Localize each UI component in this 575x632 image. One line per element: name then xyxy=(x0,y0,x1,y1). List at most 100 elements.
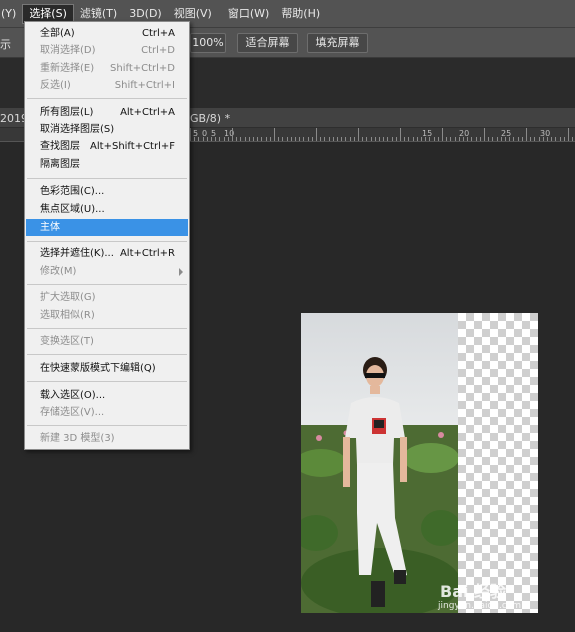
menu-item-shortcut: Shift+Ctrl+D xyxy=(110,63,175,74)
ruler-tick xyxy=(215,137,216,141)
ruler-tick xyxy=(446,137,447,141)
menu-item-modify[interactable]: 修改(M) xyxy=(26,263,188,280)
ruler-tick xyxy=(203,137,204,141)
ruler-tick xyxy=(257,137,258,141)
menu-item-label: 取消选择(D) xyxy=(40,45,96,56)
canvas-image[interactable] xyxy=(301,313,538,613)
ruler-tick xyxy=(198,137,199,141)
ruler-tick xyxy=(408,137,409,141)
ruler-tick xyxy=(228,137,229,141)
ruler-tick xyxy=(484,128,485,141)
ruler-tick xyxy=(253,137,254,141)
menu-item-label: 焦点区域(U)... xyxy=(40,204,105,215)
ruler-tick xyxy=(455,137,456,141)
menu-separator xyxy=(27,328,187,329)
ruler-tick xyxy=(425,137,426,141)
menu-item-shortcut: Alt+Shift+Ctrl+F xyxy=(90,141,175,152)
ruler-tick xyxy=(572,137,573,141)
menu-separator xyxy=(27,98,187,99)
menu-item-label: 新建 3D 模型(3) xyxy=(40,433,115,444)
menu-separator xyxy=(27,354,187,355)
baidu-watermark-url: jingyan.baidu.com xyxy=(438,601,522,611)
submenu-arrow-icon xyxy=(179,268,183,276)
ruler-tick xyxy=(421,137,422,141)
document-tab-title-right: GB/8) * xyxy=(190,112,231,125)
menu-item-load-selection[interactable]: 载入选区(O)... xyxy=(26,387,188,404)
ruler-tick xyxy=(509,137,510,141)
ruler-tick xyxy=(274,128,275,141)
menu-item-grow[interactable]: 扩大选取(G) xyxy=(26,289,188,306)
ruler-tick xyxy=(345,137,346,141)
menu-item-label: 主体 xyxy=(40,222,60,233)
ruler-tick xyxy=(450,137,451,141)
ruler-tick xyxy=(333,137,334,141)
menu-item-save-selection[interactable]: 存储选区(V)... xyxy=(26,404,188,421)
menu-item-reselect[interactable]: 重新选择(E) Shift+Ctrl+D xyxy=(26,60,188,77)
menu-edit-partial[interactable]: ‌(Y) xyxy=(0,4,22,24)
ruler-tick xyxy=(497,137,498,141)
menu-item-deselect-layers[interactable]: 取消选择图层(S) xyxy=(26,121,188,138)
ruler-tick xyxy=(429,137,430,141)
menu-item-isolate-layers[interactable]: 隔离图层 xyxy=(26,156,188,173)
menu-item-label: 变换选区(T) xyxy=(40,336,94,347)
options-left-label: 示 xyxy=(0,38,11,51)
ruler-tick xyxy=(303,137,304,141)
menu-item-quick-mask[interactable]: 在快速蒙版模式下编辑(Q) xyxy=(26,360,188,377)
ruler-tick xyxy=(240,137,241,141)
ruler-tick xyxy=(249,137,250,141)
ruler-tick xyxy=(543,137,544,141)
ruler-tick xyxy=(396,137,397,141)
photo-scene xyxy=(301,313,458,613)
menu-item-label: 查找图层 xyxy=(40,141,80,152)
ruler-tick xyxy=(459,137,460,141)
menu-item-new-3d-model[interactable]: 新建 3D 模型(3) xyxy=(26,430,188,447)
menu-item-all-layers[interactable]: 所有图层(L) Alt+Ctrl+A xyxy=(26,104,188,121)
menu-item-select-and-mask[interactable]: 选择并遮住(K)... Alt+Ctrl+R xyxy=(26,245,188,262)
ruler-tick xyxy=(555,137,556,141)
menu-window[interactable]: 窗口(W) xyxy=(222,4,275,24)
menu-item-label: 扩大选取(G) xyxy=(40,292,96,303)
ruler-tick xyxy=(371,137,372,141)
menu-item-label: 色彩范围(C)... xyxy=(40,186,105,197)
menu-item-label: 存储选区(V)... xyxy=(40,407,105,418)
menu-help[interactable]: 帮助(H) xyxy=(275,4,326,24)
ruler-tick xyxy=(560,137,561,141)
menu-item-label: 所有图层(L) xyxy=(40,107,94,118)
ruler-tick xyxy=(488,137,489,141)
ruler-tick xyxy=(320,137,321,141)
fill-screen-button[interactable]: 填充屏幕 xyxy=(307,33,368,53)
menu-item-inverse[interactable]: 反选(I) Shift+Ctrl+I xyxy=(26,77,188,94)
menu-item-shortcut: Ctrl+D xyxy=(141,45,175,56)
fit-screen-button[interactable]: 适合屏幕 xyxy=(237,33,298,53)
ruler-tick xyxy=(383,137,384,141)
ruler-tick xyxy=(467,137,468,141)
ruler-tick xyxy=(530,137,531,141)
ruler-tick xyxy=(404,137,405,141)
ruler-tick xyxy=(287,137,288,141)
menu-item-label: 修改(M) xyxy=(40,266,77,277)
ruler-tick xyxy=(534,137,535,141)
ruler-tick xyxy=(341,137,342,141)
menu-item-similar[interactable]: 选取相似(R) xyxy=(26,307,188,324)
ruler-tick xyxy=(324,137,325,141)
menu-item-subject[interactable]: 主体 xyxy=(26,219,188,236)
zoom-100-button[interactable]: 100% xyxy=(190,33,226,53)
menu-item-label: 选取相似(R) xyxy=(40,310,95,321)
menu-item-color-range[interactable]: 色彩范围(C)... xyxy=(26,183,188,200)
menu-item-label: 在快速蒙版模式下编辑(Q) xyxy=(40,363,156,374)
ruler-label: 30 xyxy=(540,129,551,138)
ruler-tick xyxy=(350,137,351,141)
ruler-tick xyxy=(236,137,237,141)
menu-separator xyxy=(27,381,187,382)
ruler-tick xyxy=(329,137,330,141)
menu-item-all[interactable]: 全部(A) Ctrl+A xyxy=(26,25,188,42)
ruler-tick xyxy=(413,137,414,141)
ruler-tick xyxy=(400,128,401,141)
menu-item-focus-area[interactable]: 焦点区域(U)... xyxy=(26,201,188,218)
menu-item-deselect[interactable]: 取消选择(D) Ctrl+D xyxy=(26,42,188,59)
ruler-tick xyxy=(564,137,565,141)
ruler-tick xyxy=(539,137,540,141)
menu-item-label: 取消选择图层(S) xyxy=(40,124,115,135)
menu-item-find-layers[interactable]: 查找图层 Alt+Shift+Ctrl+F xyxy=(26,138,188,155)
menu-item-transform-selection[interactable]: 变换选区(T) xyxy=(26,333,188,350)
